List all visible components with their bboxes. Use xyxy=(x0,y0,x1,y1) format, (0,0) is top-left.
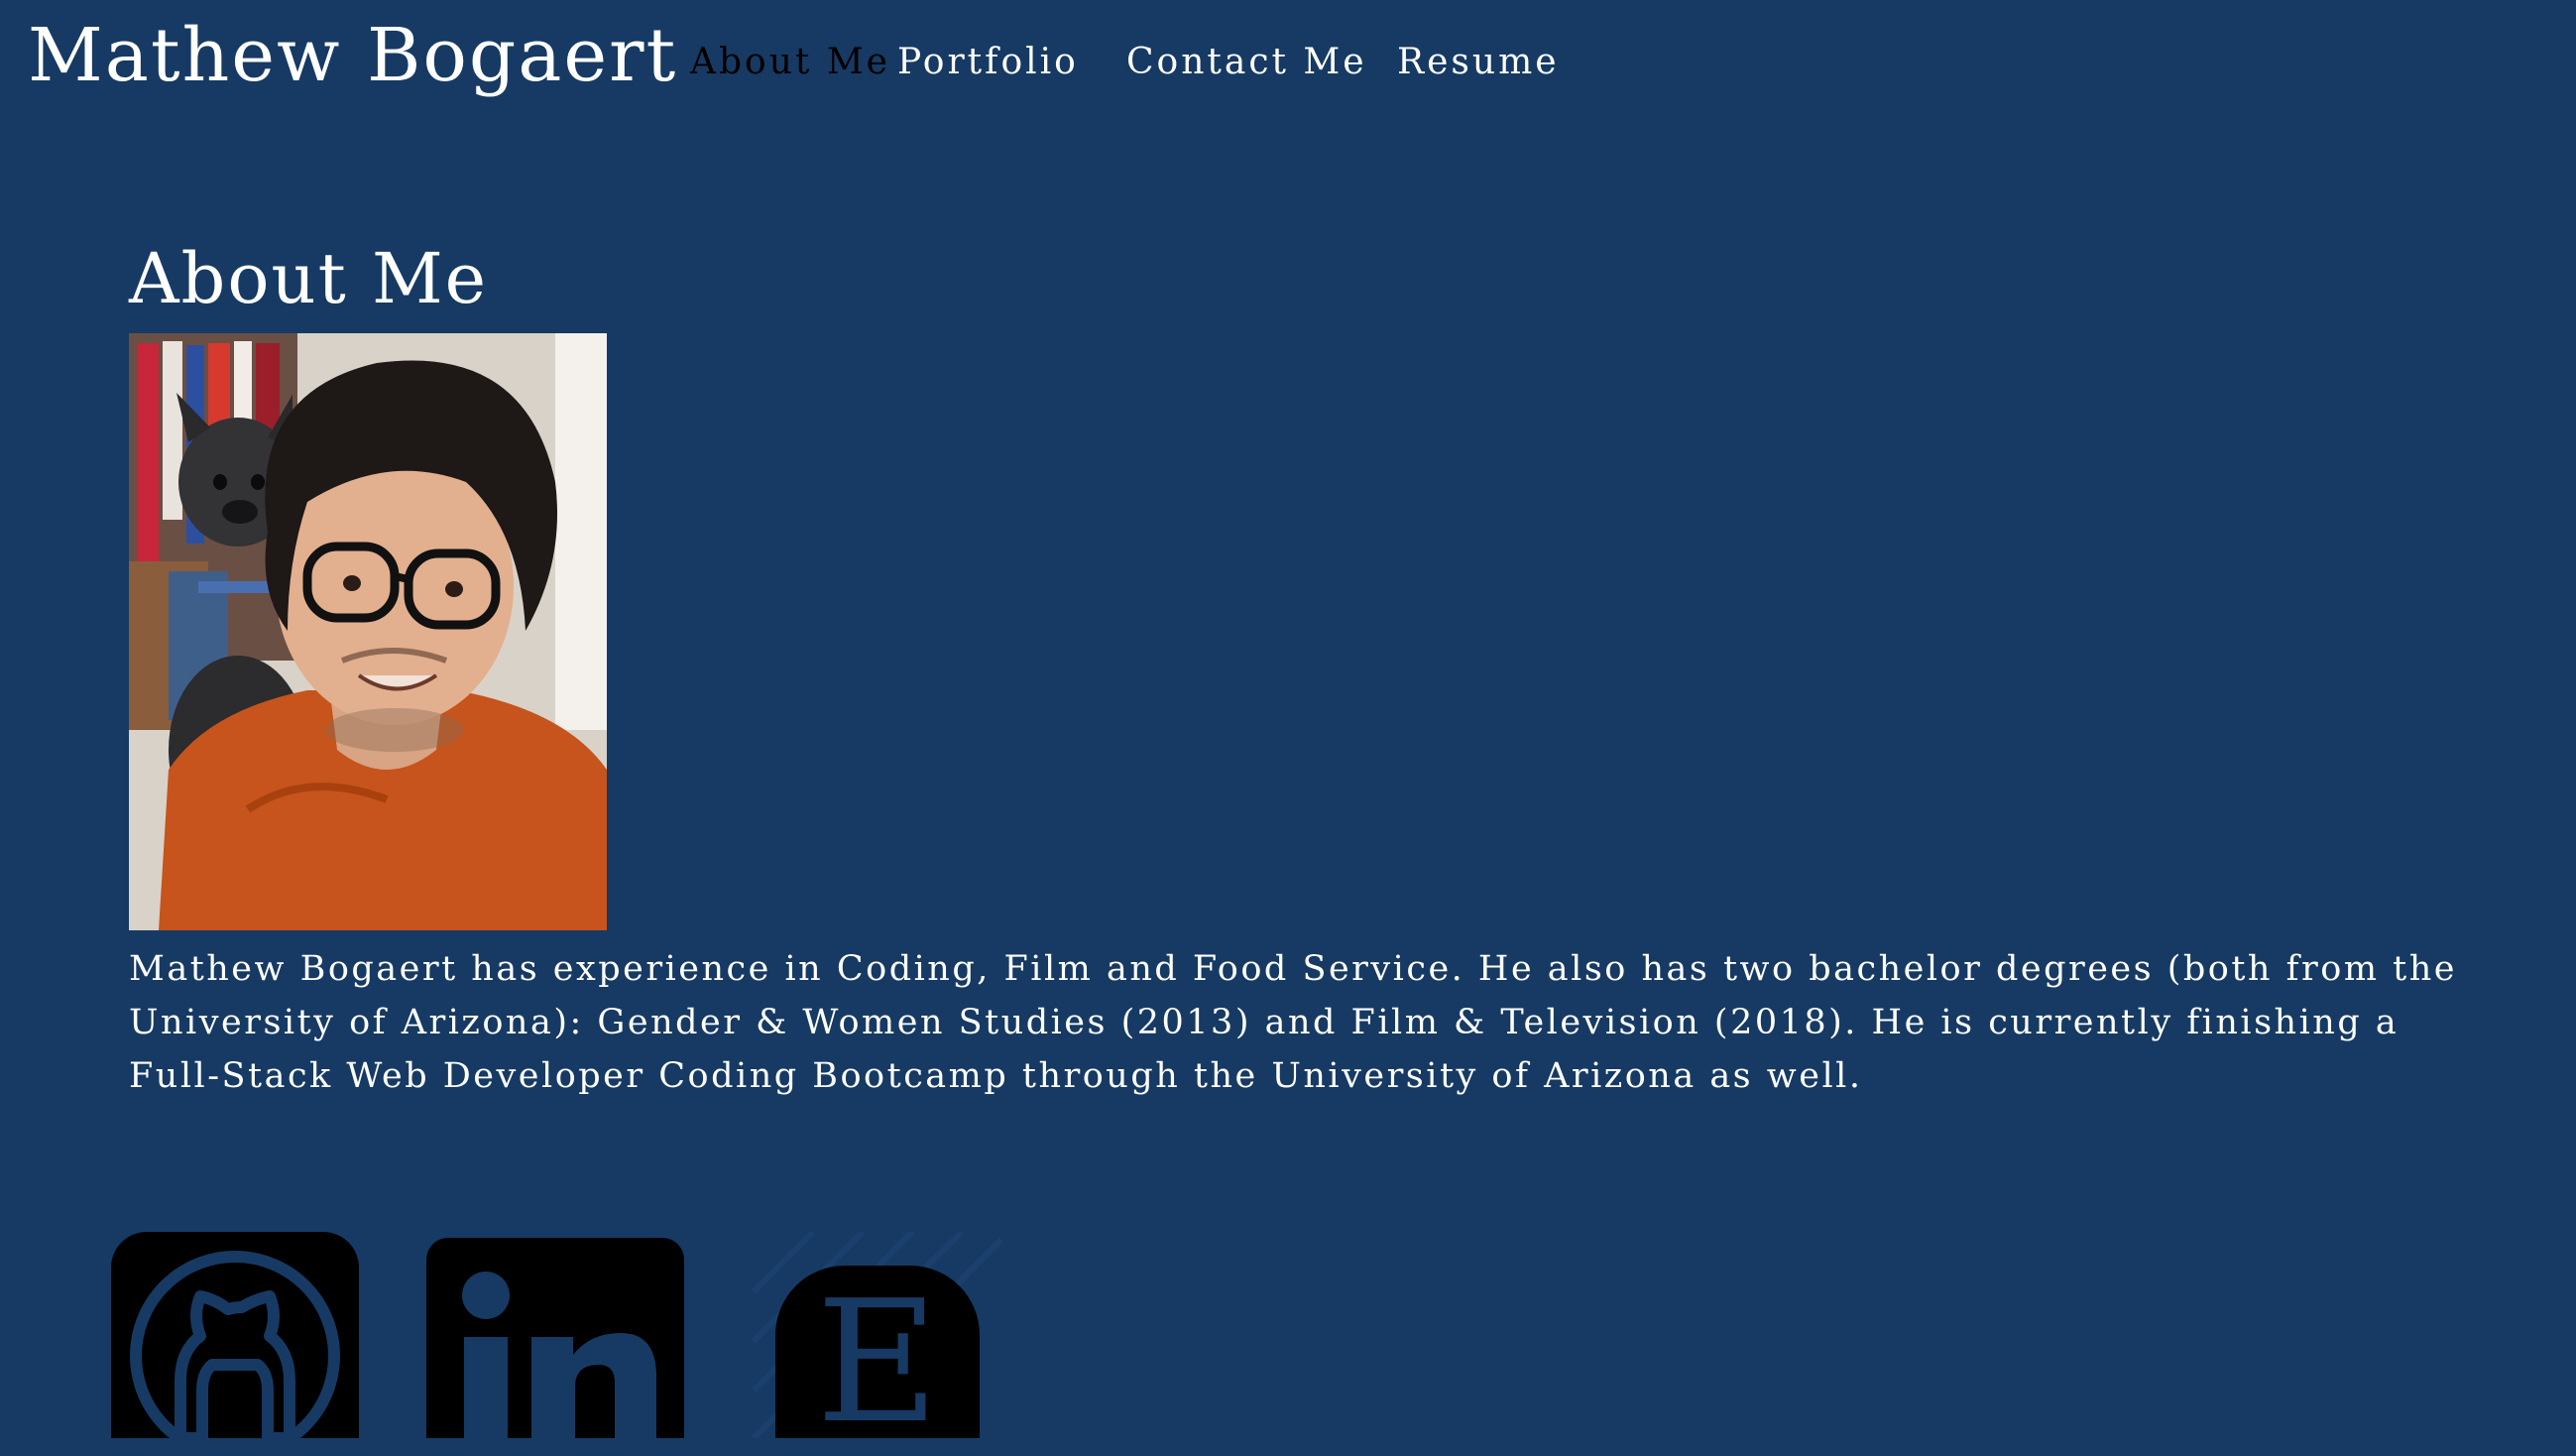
nav-contact-me[interactable]: Contact Me xyxy=(1126,38,1367,87)
github-link[interactable] xyxy=(111,1232,359,1438)
profile-photo xyxy=(129,333,607,930)
github-icon xyxy=(111,1232,359,1438)
nav-portfolio[interactable]: Portfolio xyxy=(897,38,1079,87)
etsy-link[interactable]: E xyxy=(734,1232,1011,1440)
linkedin-icon xyxy=(426,1238,684,1438)
bio-text: Mathew Bogaert has experience in Coding,… xyxy=(129,949,2457,1096)
nav-about-me[interactable]: About Me xyxy=(690,38,890,87)
svg-text:E: E xyxy=(816,1265,939,1438)
etsy-icon: E xyxy=(751,1232,1004,1438)
section-title: About Me xyxy=(129,238,489,319)
site-title[interactable]: Mathew Bogaert xyxy=(28,14,677,97)
profile-photo-illustration xyxy=(129,333,607,930)
nav-resume[interactable]: Resume xyxy=(1397,38,1560,87)
linkedin-link[interactable] xyxy=(426,1238,684,1456)
site-header: Mathew Bogaert About Me Portfolio Contac… xyxy=(0,0,2576,129)
